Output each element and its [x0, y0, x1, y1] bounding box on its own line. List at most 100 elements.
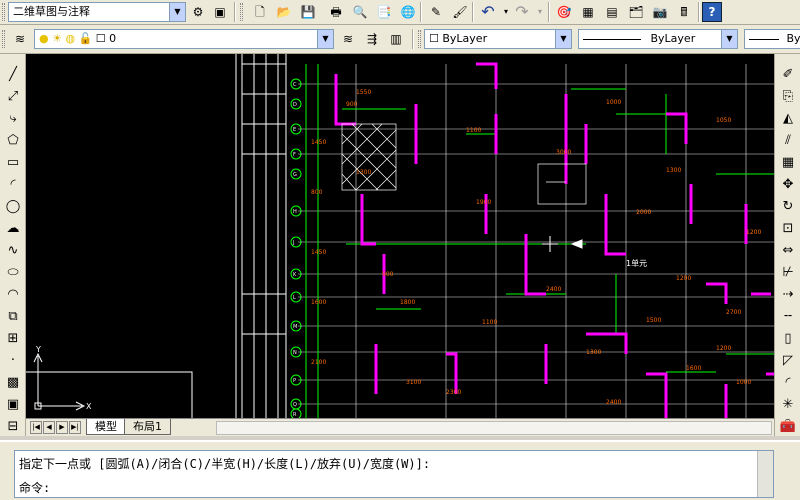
- circle-icon[interactable]: ◯: [3, 196, 23, 216]
- table-icon[interactable]: ⊟: [3, 416, 23, 436]
- chevron-down-icon[interactable]: ▼: [555, 30, 571, 48]
- dimension-text: 1450: [311, 249, 326, 256]
- layer-previous-icon[interactable]: ⇶: [362, 29, 382, 49]
- spline-icon[interactable]: ∿: [3, 240, 23, 260]
- explode-icon[interactable]: ✳: [778, 394, 798, 414]
- dimension-text: 2400: [546, 286, 561, 293]
- toolbar-grip[interactable]: [2, 3, 5, 21]
- redo-dropdown-icon[interactable]: ▾: [530, 2, 550, 22]
- region-icon[interactable]: ▣: [3, 394, 23, 414]
- grid-bubble-label: N: [293, 350, 297, 356]
- new-file-icon[interactable]: 🗋: [250, 2, 270, 22]
- chevron-down-icon[interactable]: ▼: [317, 30, 333, 48]
- chevron-down-icon[interactable]: ▼: [721, 30, 737, 48]
- erase-icon[interactable]: ✐: [778, 64, 798, 84]
- fillet-icon[interactable]: ◜: [778, 372, 798, 392]
- markup-icon[interactable]: 📷: [650, 2, 670, 22]
- command-area[interactable]: 指定下一点或 [圆弧(A)/闭合(C)/半宽(H)/长度(L)/放弃(U)/宽度…: [14, 450, 774, 498]
- layer-select[interactable]: ● ☀ ◍ 🔓 ☐ 0 ▼: [34, 29, 334, 49]
- calculator-icon[interactable]: 🖩: [674, 2, 694, 22]
- revision-cloud-icon[interactable]: ☁: [3, 218, 23, 238]
- make-current-layer-icon[interactable]: ≋: [338, 29, 358, 49]
- freeze-icon: ◍: [65, 32, 76, 45]
- web-publish-icon[interactable]: 🌐: [398, 2, 418, 22]
- grid-bubble-label: E: [293, 127, 296, 133]
- sheet-set-icon[interactable]: 🗂: [626, 2, 646, 22]
- command-scrollbar[interactable]: [757, 451, 773, 497]
- dimension-text: 2300: [446, 389, 461, 396]
- array-icon[interactable]: ▦: [778, 152, 798, 172]
- tool-palettes-icon[interactable]: ▤: [602, 2, 622, 22]
- lineweight-select[interactable]: ByLayer: [744, 29, 800, 49]
- drawing-svg: CDEFGHJKLMNPQR 9001100100010501300120018…: [26, 54, 774, 418]
- layer-manager-icon[interactable]: ≋: [10, 29, 30, 49]
- toolbar-grip[interactable]: [2, 30, 5, 48]
- line-icon[interactable]: ╱: [3, 64, 23, 84]
- drawing-canvas[interactable]: CDEFGHJKLMNPQR 900 1100 1000 1050 1300 1…: [26, 54, 774, 418]
- redo-icon[interactable]: ↷: [512, 2, 532, 22]
- insert-block-icon[interactable]: ⧉: [3, 306, 23, 326]
- chevron-down-icon[interactable]: ▼: [169, 3, 185, 21]
- last-tab-icon[interactable]: ▶|: [69, 421, 81, 434]
- toolbox-icon[interactable]: 🧰: [778, 416, 798, 436]
- join-icon[interactable]: ▯: [778, 328, 798, 348]
- sun-icon: ☀: [52, 32, 62, 45]
- tab-model[interactable]: 模型: [86, 419, 126, 435]
- trim-icon[interactable]: ⊬: [778, 262, 798, 282]
- tab-layout1[interactable]: 布局1: [124, 419, 171, 435]
- workspace-select[interactable]: 二维草图与注释 ▼: [8, 2, 186, 22]
- make-block-icon[interactable]: ⊞: [3, 328, 23, 348]
- offset-icon[interactable]: ⫽: [778, 130, 798, 150]
- toolbar-grip[interactable]: [418, 30, 421, 48]
- polyline-icon[interactable]: ⤷: [3, 108, 23, 128]
- prev-tab-icon[interactable]: ◀: [43, 421, 55, 434]
- command-input[interactable]: 命令:: [19, 479, 50, 496]
- ucs-icon: [33, 352, 86, 411]
- publish-icon[interactable]: 📑: [374, 2, 394, 22]
- copy-icon[interactable]: ⎘: [778, 86, 798, 106]
- color-select[interactable]: ☐ ByLayer ▼: [424, 29, 572, 49]
- horizontal-scrollbar[interactable]: [216, 421, 772, 435]
- open-file-icon[interactable]: 📂: [274, 2, 294, 22]
- extend-icon[interactable]: ⇢: [778, 284, 798, 304]
- construction-line-icon[interactable]: ⤢: [3, 86, 23, 106]
- draw-toolbar: ╱ ⤢ ⤷ ⬠ ▭ ◜ ◯ ☁ ∿ ⬭ ◠ ⧉ ⊞ · ▩ ▣ ⊟: [0, 54, 26, 436]
- layout-tab-bar: |◀ ◀ ▶ ▶| 模型 布局1: [26, 418, 774, 436]
- undo-icon[interactable]: ↶: [478, 2, 498, 22]
- stretch-icon[interactable]: ⇔: [778, 240, 798, 260]
- ellipse-arc-icon[interactable]: ◠: [3, 284, 23, 304]
- pencil-icon[interactable]: ✎: [426, 2, 446, 22]
- ellipse-icon[interactable]: ⬭: [3, 262, 23, 282]
- break-icon[interactable]: ╌: [778, 306, 798, 326]
- hatch-icon[interactable]: ▩: [3, 372, 23, 392]
- dimension-text: 3100: [406, 379, 421, 386]
- help-icon[interactable]: ?: [702, 2, 722, 22]
- properties-icon[interactable]: 🎯: [554, 2, 574, 22]
- save-icon[interactable]: 💾: [298, 2, 318, 22]
- first-tab-icon[interactable]: |◀: [30, 421, 42, 434]
- point-icon[interactable]: ·: [3, 350, 23, 370]
- arc-icon[interactable]: ◜: [3, 174, 23, 194]
- workspace-settings-icon[interactable]: ⚙: [188, 2, 208, 22]
- grid-bubble-label: C: [293, 82, 297, 88]
- dimension-text: 900: [382, 271, 394, 278]
- scale-icon[interactable]: ⊡: [778, 218, 798, 238]
- mirror-icon[interactable]: ◭: [778, 108, 798, 128]
- design-center-icon[interactable]: ▦: [578, 2, 598, 22]
- dimension-text: 1050: [716, 117, 731, 124]
- plot-preview-icon[interactable]: 🔍: [350, 2, 370, 22]
- linetype-select[interactable]: ByLayer ▼: [578, 29, 738, 49]
- layer-state-icon[interactable]: ▥: [386, 29, 406, 49]
- ucs-y-label: Y: [35, 345, 41, 354]
- next-tab-icon[interactable]: ▶: [56, 421, 68, 434]
- match-properties-icon[interactable]: 🖌: [450, 2, 470, 22]
- command-window: 指定下一点或 [圆弧(A)/闭合(C)/半宽(H)/长度(L)/放弃(U)/宽度…: [0, 440, 800, 500]
- chamfer-icon[interactable]: ◸: [778, 350, 798, 370]
- move-icon[interactable]: ✥: [778, 174, 798, 194]
- rectangle-icon[interactable]: ▭: [3, 152, 23, 172]
- workspace-save-icon[interactable]: ▣: [210, 2, 230, 22]
- rotate-icon[interactable]: ↻: [778, 196, 798, 216]
- print-icon[interactable]: 🖶: [326, 2, 346, 22]
- polygon-icon[interactable]: ⬠: [3, 130, 23, 150]
- toolbar-grip[interactable]: [240, 3, 243, 21]
